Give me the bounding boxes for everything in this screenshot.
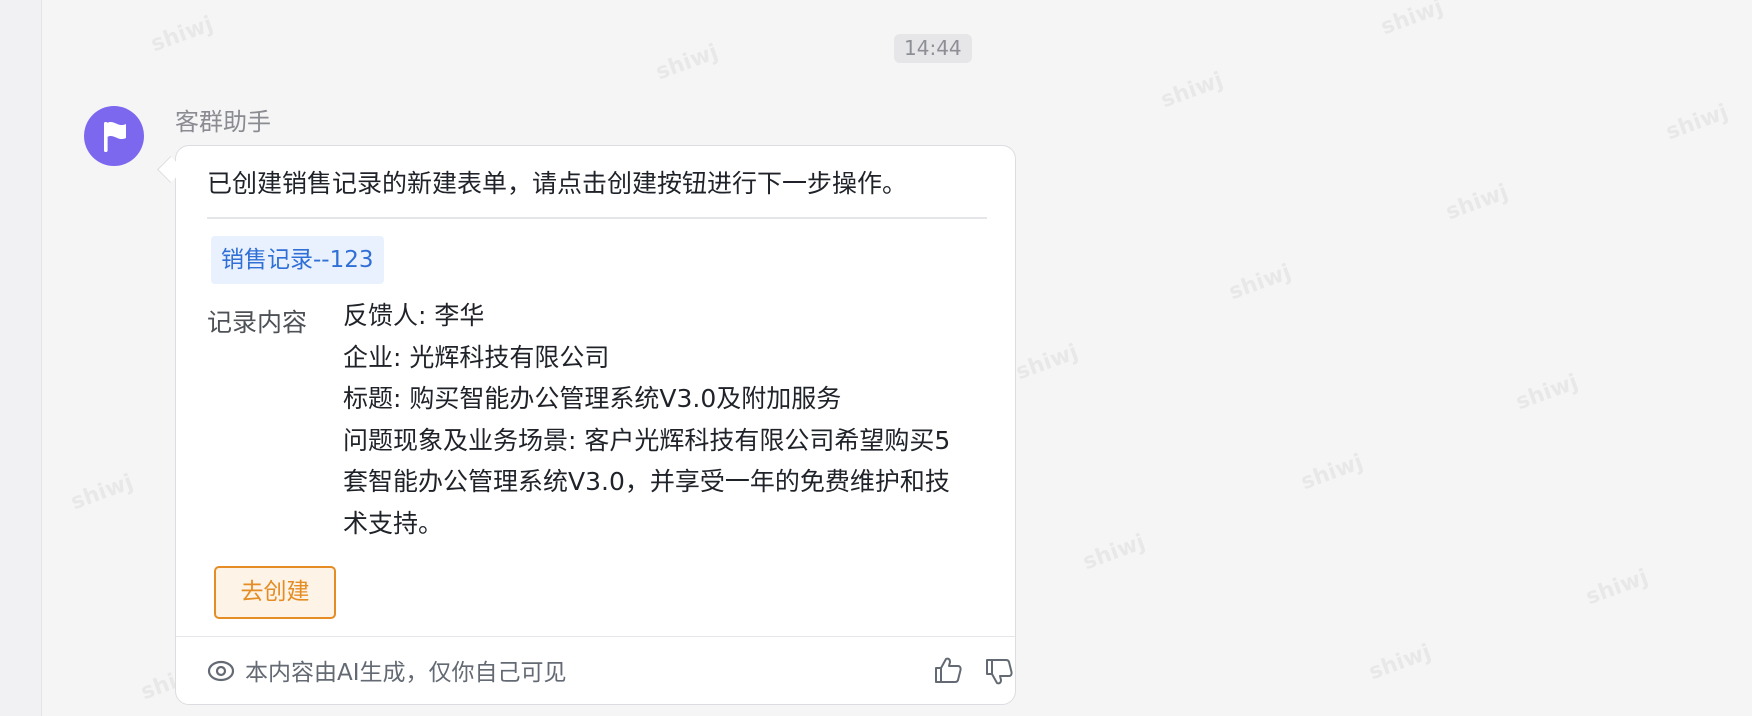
watermark: shiwj — [1377, 0, 1447, 41]
watermark: shiwj — [147, 11, 217, 58]
record-content-label: 记录内容 — [207, 308, 308, 337]
message-timestamp: 14:44 — [894, 34, 972, 63]
thumb-down-icon[interactable] — [984, 657, 1014, 687]
record-tag[interactable]: 销售记录--123 — [211, 236, 384, 284]
watermark: shiwj — [1012, 339, 1082, 386]
ai-generated-notice: 本内容由AI生成，仅你自己可见 — [245, 660, 567, 686]
chat-window: shiwj shiwj shiwj shiwj shiwj shiwj shiw… — [0, 0, 1752, 716]
watermark: shiwj — [1582, 564, 1652, 611]
watermark: shiwj — [67, 469, 137, 516]
left-rail — [0, 0, 42, 716]
record-line-feedback-person: 反馈人: 李华 — [343, 301, 485, 330]
watermark: shiwj — [1079, 529, 1149, 576]
watermark: shiwj — [1512, 369, 1582, 416]
record-line-title: 标题: 购买智能办公管理系统V3.0及附加服务 — [343, 384, 842, 413]
record-line-scenario: 问题现象及业务场景: 客户光辉科技有限公司希望购买5套智能办公管理系统V3.0，… — [343, 425, 951, 538]
thumb-up-icon[interactable] — [933, 655, 963, 685]
record-line-company: 企业: 光辉科技有限公司 — [343, 342, 610, 372]
watermark: shiwj — [1442, 179, 1512, 226]
watermark: shiwj — [1297, 449, 1367, 496]
watermark: shiwj — [1365, 639, 1435, 686]
footer-divider — [176, 636, 1015, 637]
sender-avatar[interactable] — [84, 106, 144, 166]
message-card: 已创建销售记录的新建表单，请点击创建按钮进行下一步操作。 销售记录--123 记… — [175, 145, 1016, 705]
watermark: shiwj — [652, 39, 722, 86]
watermark: shiwj — [1157, 67, 1227, 114]
record-content: 反馈人: 李华 企业: 光辉科技有限公司 标题: 购买智能办公管理系统V3.0及… — [343, 295, 973, 544]
create-button[interactable]: 去创建 — [214, 566, 336, 619]
message-intro: 已创建销售记录的新建表单，请点击创建按钮进行下一步操作。 — [207, 169, 908, 198]
card-footer: 本内容由AI生成，仅你自己可见 — [207, 651, 1013, 691]
card-divider — [207, 217, 987, 219]
sender-name: 客群助手 — [175, 108, 271, 136]
eye-icon — [207, 660, 235, 682]
watermark: shiwj — [1662, 99, 1732, 146]
flag-icon — [104, 121, 126, 152]
watermark: shiwj — [1225, 259, 1295, 306]
